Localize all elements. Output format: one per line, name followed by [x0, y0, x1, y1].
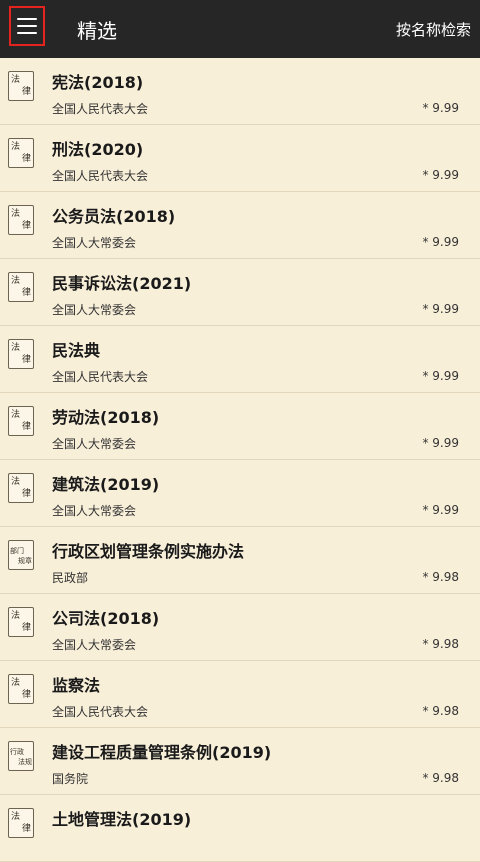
- badge-text-bottom: 律: [21, 824, 31, 834]
- law-title: 建设工程质量管理条例(2019): [52, 743, 272, 762]
- top-app-bar: 精选 按名称检索: [0, 0, 480, 58]
- list-item[interactable]: 法律公务员法(2018) 全国人大常委会 * 9.99: [0, 192, 480, 259]
- issuing-authority: 国务院: [52, 772, 89, 786]
- issuing-authority: 全国人大常委会: [52, 303, 137, 317]
- law-category-badge-icon: 法律: [8, 71, 34, 101]
- badge-text-bottom: 律: [21, 489, 31, 499]
- badge-text-bottom: 律: [21, 221, 31, 231]
- hamburger-menu-icon[interactable]: [9, 6, 45, 46]
- list-item[interactable]: 法律宪法(2018) 全国人民代表大会 * 9.99: [0, 58, 480, 125]
- list-item[interactable]: 法律民法典 全国人民代表大会 * 9.99: [0, 326, 480, 393]
- law-category-badge-icon: 法律: [8, 473, 34, 503]
- list-item[interactable]: 法律公司法(2018) 全国人大常委会 * 9.98: [0, 594, 480, 661]
- badge-text-top: 法: [11, 209, 21, 219]
- law-list: 法律宪法(2018) 全国人民代表大会 * 9.99 法律刑法(2020) 全国人民代表…: [0, 58, 480, 862]
- list-item[interactable]: 部门 规章 行政区划管理条例实施办法 民政部 * 9.98: [0, 527, 480, 594]
- law-title: 劳动法(2018): [52, 408, 160, 427]
- page-title: 精选: [77, 19, 117, 43]
- rating-score: * 9.99: [422, 436, 459, 450]
- law-category-badge-icon: 法律: [8, 339, 34, 369]
- rating-score: * 9.99: [422, 168, 459, 182]
- list-item[interactable]: 法律监察法 全国人民代表大会 * 9.98: [0, 661, 480, 728]
- law-category-badge-icon: 法律: [8, 138, 34, 168]
- law-category-badge-icon: 法律: [8, 607, 34, 637]
- issuing-authority: 全国人民代表大会: [52, 102, 149, 116]
- law-title: 公务员法(2018): [52, 207, 176, 226]
- badge-text-top: 法: [11, 343, 21, 353]
- badge-text-bottom: 法规: [18, 758, 32, 766]
- issuing-authority: 全国人民代表大会: [52, 169, 149, 183]
- law-title: 监察法: [52, 676, 101, 695]
- law-category-badge-icon: 法律: [8, 808, 34, 838]
- badge-text-top: 法: [11, 75, 21, 85]
- issuing-authority: 全国人大常委会: [52, 236, 137, 250]
- law-category-badge-icon: 法律: [8, 205, 34, 235]
- badge-text-bottom: 律: [21, 355, 31, 365]
- issuing-authority: 全国人大常委会: [52, 437, 137, 451]
- law-category-badge-icon: 法律: [8, 406, 34, 436]
- rating-score: * 9.98: [422, 771, 459, 785]
- badge-text-bottom: 律: [21, 422, 31, 432]
- badge-text-top: 法: [11, 477, 21, 487]
- law-title: 民事诉讼法(2021): [52, 274, 192, 293]
- search-by-name-button[interactable]: 按名称检索: [396, 19, 471, 40]
- badge-text-bottom: 规章: [18, 557, 32, 565]
- issuing-authority: 全国人民代表大会: [52, 370, 149, 384]
- list-item[interactable]: 法律土地管理法(2019): [0, 795, 480, 862]
- rating-score: * 9.98: [422, 704, 459, 718]
- badge-text-top: 法: [11, 678, 21, 688]
- rating-score: * 9.98: [422, 570, 459, 584]
- list-item[interactable]: 行政 法规 建设工程质量管理条例(2019) 国务院 * 9.98: [0, 728, 480, 795]
- law-category-badge-icon: 法律: [8, 674, 34, 704]
- list-item[interactable]: 法律劳动法(2018) 全国人大常委会 * 9.99: [0, 393, 480, 460]
- law-title: 公司法(2018): [52, 609, 160, 628]
- badge-text-top: 法: [11, 611, 21, 621]
- badge-text-bottom: 律: [21, 690, 31, 700]
- badge-text-top: 法: [11, 812, 21, 822]
- law-title: 建筑法(2019): [52, 475, 160, 494]
- badge-text-top: 法: [11, 276, 21, 286]
- law-title: 刑法(2020): [52, 140, 144, 159]
- law-category-badge-icon: 法律: [8, 272, 34, 302]
- law-title: 土地管理法(2019): [52, 810, 192, 829]
- issuing-authority: 全国人大常委会: [52, 504, 137, 518]
- badge-text-bottom: 律: [21, 288, 31, 298]
- badge-text-bottom: 律: [21, 154, 31, 164]
- law-category-badge-icon: 部门规章: [8, 540, 34, 570]
- list-item[interactable]: 法律刑法(2020) 全国人民代表大会 * 9.99: [0, 125, 480, 192]
- law-title: 宪法(2018): [52, 73, 144, 92]
- badge-text-bottom: 律: [21, 623, 31, 633]
- rating-score: * 9.99: [422, 302, 459, 316]
- issuing-authority: 全国人民代表大会: [52, 705, 149, 719]
- law-category-badge-icon: 行政法规: [8, 741, 34, 771]
- badge-text-top: 法: [11, 410, 21, 420]
- badge-text-top: 行政: [10, 748, 24, 756]
- badge-text-bottom: 律: [21, 87, 31, 97]
- list-item[interactable]: 法律建筑法(2019) 全国人大常委会 * 9.99: [0, 460, 480, 527]
- rating-score: * 9.99: [422, 503, 459, 517]
- rating-score: * 9.99: [422, 235, 459, 249]
- rating-score: * 9.99: [422, 101, 459, 115]
- law-title: 行政区划管理条例实施办法: [52, 542, 245, 561]
- badge-text-top: 法: [11, 142, 21, 152]
- rating-score: * 9.99: [422, 369, 459, 383]
- issuing-authority: 全国人大常委会: [52, 638, 137, 652]
- list-item[interactable]: 法律民事诉讼法(2021) 全国人大常委会 * 9.99: [0, 259, 480, 326]
- law-title: 民法典: [52, 341, 101, 360]
- rating-score: * 9.98: [422, 637, 459, 651]
- issuing-authority: 民政部: [52, 571, 89, 585]
- badge-text-top: 部门: [10, 547, 24, 555]
